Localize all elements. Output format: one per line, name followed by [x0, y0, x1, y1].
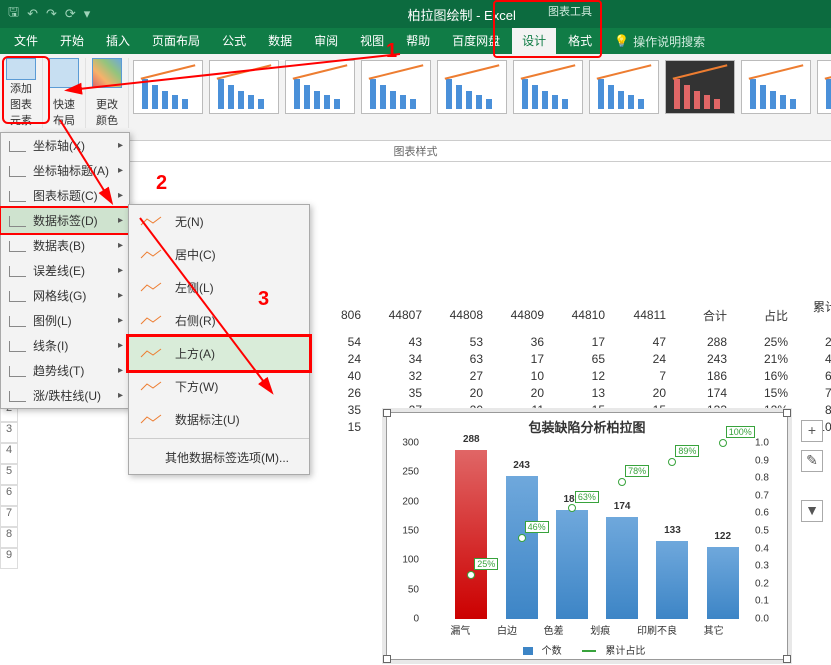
quick-access-toolbar: 🖫 ↶ ↷ ⟳ ▾: [8, 3, 90, 25]
none-icon: [139, 215, 163, 229]
chart-filter-button[interactable]: ▼: [801, 500, 823, 522]
callout-icon: [139, 413, 163, 427]
style-thumb[interactable]: [361, 60, 431, 114]
quick-layout-icon: [49, 58, 79, 88]
submenu-right[interactable]: 右侧(R): [129, 304, 309, 337]
style-thumb[interactable]: [817, 60, 831, 114]
menu-data-labels[interactable]: 数据标签(D)▸: [0, 206, 131, 235]
tab-data[interactable]: 数据: [258, 28, 302, 54]
left-icon: [139, 281, 163, 295]
tab-home[interactable]: 开始: [50, 28, 94, 54]
submenu-more-options[interactable]: 其他数据标签选项(M)...: [129, 441, 309, 474]
menu-lines[interactable]: 线条(I)▸: [1, 333, 129, 358]
data-labels-submenu: 无(N) 居中(C) 左侧(L) 右侧(R) 上方(A) 下方(W) 数据标注(…: [128, 204, 310, 475]
tab-file[interactable]: 文件: [4, 28, 48, 54]
ribbon: 添加图表 元素 快速布局 更改 颜色: [0, 54, 831, 141]
add-element-menu: 坐标轴(X)▸ 坐标轴标题(A)▸ 图表标题(C)▸ 数据标签(D)▸ 数据表(…: [0, 132, 130, 409]
chart-legend[interactable]: 个数 累计占比: [387, 642, 787, 657]
undo-icon[interactable]: ↶: [27, 6, 38, 22]
menu-updown-bars[interactable]: 涨/跌柱线(U)▸: [1, 383, 129, 408]
chart-title-icon: [9, 190, 25, 202]
style-thumb[interactable]: [741, 60, 811, 114]
tab-design[interactable]: 设计: [512, 28, 556, 54]
tell-me-search[interactable]: 💡 操作说明搜索: [614, 33, 705, 50]
lines-icon: [9, 340, 25, 352]
touch-icon[interactable]: ▾: [84, 6, 91, 22]
menu-legend[interactable]: 图例(L)▸: [1, 308, 129, 333]
menu-axis-titles[interactable]: 坐标轴标题(A)▸: [1, 158, 129, 183]
chart-tools-label: 图表工具: [548, 3, 592, 19]
submenu-above[interactable]: 上方(A): [126, 334, 312, 373]
submenu-none[interactable]: 无(N): [129, 205, 309, 238]
title-bar: 🖫 ↶ ↷ ⟳ ▾ 柏拉图绘制 - Excel: [0, 0, 831, 28]
ribbon-tabs: 文件 开始 插入 页面布局 公式 数据 审阅 视图 帮助 百度网盘 设计 格式 …: [0, 28, 831, 54]
redo-icon[interactable]: ↷: [46, 6, 57, 22]
y-axis-right: 0.00.10.20.30.40.50.60.70.80.91.0: [751, 413, 787, 659]
style-thumb[interactable]: [665, 60, 735, 114]
tab-insert[interactable]: 插入: [96, 28, 140, 54]
data-labels-icon: [9, 215, 25, 227]
menu-chart-title[interactable]: 图表标题(C)▸: [1, 183, 129, 208]
embedded-chart[interactable]: 包装缺陷分析柏拉图 288243186174133122 25%46%63%78…: [386, 412, 788, 660]
tab-help[interactable]: 帮助: [396, 28, 440, 54]
error-bars-icon: [9, 265, 25, 277]
save-icon[interactable]: 🖫: [8, 3, 19, 25]
add-element-icon: [6, 58, 36, 80]
change-colors-button[interactable]: 更改 颜色: [86, 58, 129, 128]
colors-icon: [92, 58, 122, 88]
gridlines-icon: [9, 290, 25, 302]
style-thumb[interactable]: [285, 60, 355, 114]
right-icon: [139, 314, 163, 328]
style-thumb[interactable]: [209, 60, 279, 114]
chart-plus-button[interactable]: +: [801, 420, 823, 442]
style-thumb[interactable]: [513, 60, 583, 114]
menu-data-table[interactable]: 数据表(B)▸: [1, 233, 129, 258]
style-thumb[interactable]: [133, 60, 203, 114]
chart-brush-button[interactable]: ✎: [801, 450, 823, 472]
tab-format[interactable]: 格式: [558, 28, 602, 54]
data-table-icon: [9, 240, 25, 252]
style-thumb[interactable]: [437, 60, 507, 114]
tab-baidu[interactable]: 百度网盘: [442, 28, 510, 54]
chart-styles-gallery[interactable]: [129, 58, 831, 116]
menu-error-bars[interactable]: 误差线(E)▸: [1, 258, 129, 283]
add-chart-element-button[interactable]: 添加图表 元素: [0, 58, 43, 128]
style-thumb[interactable]: [589, 60, 659, 114]
trendline-icon: [9, 365, 25, 377]
above-icon: [139, 347, 163, 361]
menu-gridlines[interactable]: 网格线(G)▸: [1, 283, 129, 308]
submenu-center[interactable]: 居中(C): [129, 238, 309, 271]
center-icon: [139, 248, 163, 262]
legend-icon: [9, 315, 25, 327]
annotation-3: 3: [258, 288, 269, 311]
refresh-icon[interactable]: ⟳: [65, 6, 76, 22]
tab-layout[interactable]: 页面布局: [142, 28, 210, 54]
below-icon: [139, 380, 163, 394]
axes-icon: [9, 140, 25, 152]
window-title: 柏拉图绘制 - Excel: [100, 5, 823, 24]
x-axis-labels: 漏气白边色差划痕印刷不良其它: [437, 622, 737, 637]
menu-trendline[interactable]: 趋势线(T)▸: [1, 358, 129, 383]
lightbulb-icon: 💡: [614, 34, 629, 48]
tab-review[interactable]: 审阅: [304, 28, 348, 54]
menu-axes[interactable]: 坐标轴(X)▸: [1, 133, 129, 158]
submenu-left[interactable]: 左侧(L): [129, 271, 309, 304]
tab-formula[interactable]: 公式: [212, 28, 256, 54]
updown-icon: [9, 390, 25, 402]
axis-title-icon: [9, 165, 25, 177]
submenu-below[interactable]: 下方(W): [129, 370, 309, 403]
annotation-2: 2: [156, 172, 167, 195]
annotation-1: 1: [386, 40, 397, 63]
quick-layout-button[interactable]: 快速布局: [43, 58, 86, 128]
y-axis-left: 050100150200250300: [387, 413, 423, 659]
submenu-callout[interactable]: 数据标注(U): [129, 403, 309, 436]
plot-area[interactable]: 288243186174133122 25%46%63%78%89%100%: [427, 443, 747, 619]
